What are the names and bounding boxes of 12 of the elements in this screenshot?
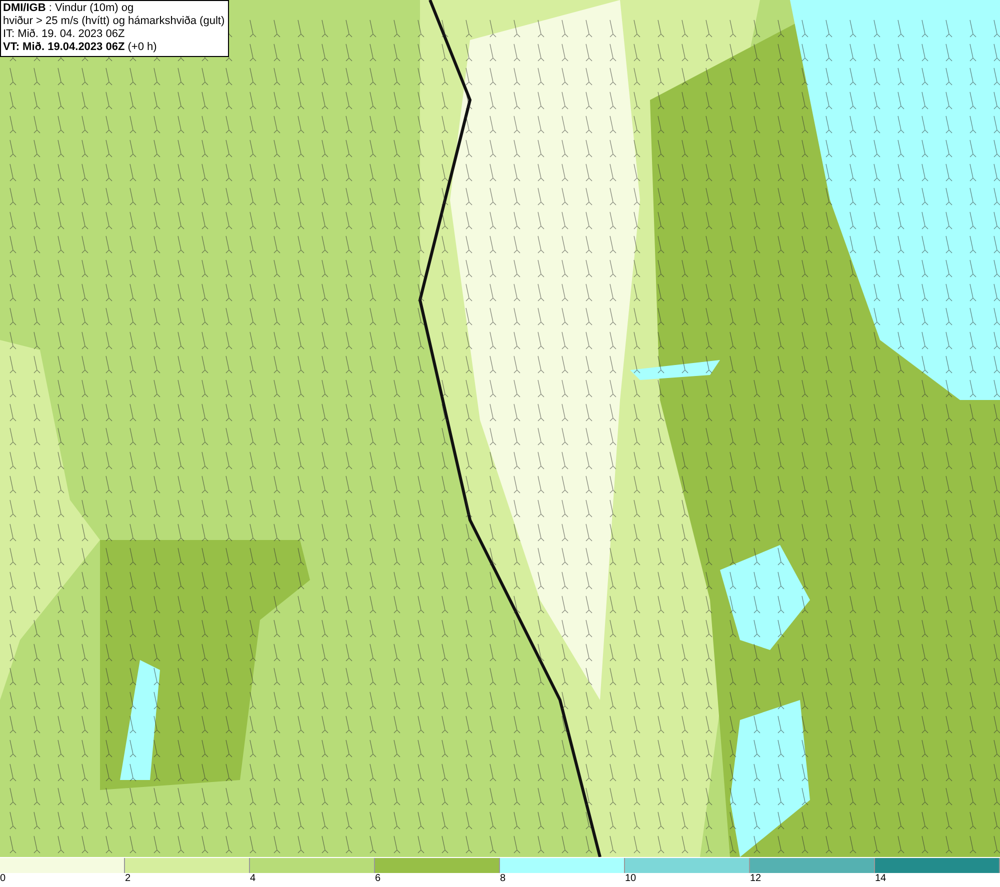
legend-label: 8 bbox=[500, 873, 506, 885]
legend-label: 6 bbox=[375, 873, 381, 885]
header-text: VT: Mið. 19.04.2023 06Z (+0 h) bbox=[3, 41, 158, 54]
legend-label: 14 bbox=[875, 873, 886, 885]
legend-label: 2 bbox=[125, 873, 131, 885]
header-text: hviður > 25 m/s (hvítt) og hámarkshviða (gult) bbox=[3, 15, 225, 28]
header-text: DMI/IGB : Vindur (10m) og bbox=[3, 2, 135, 15]
header-text: IT: Mið. 19. 04. 2023 06Z bbox=[3, 28, 126, 41]
legend-label: 10 bbox=[625, 873, 636, 885]
legend-label: 0 bbox=[0, 873, 6, 885]
legend-label: 4 bbox=[250, 873, 256, 885]
legend-label: 12 bbox=[750, 873, 762, 885]
